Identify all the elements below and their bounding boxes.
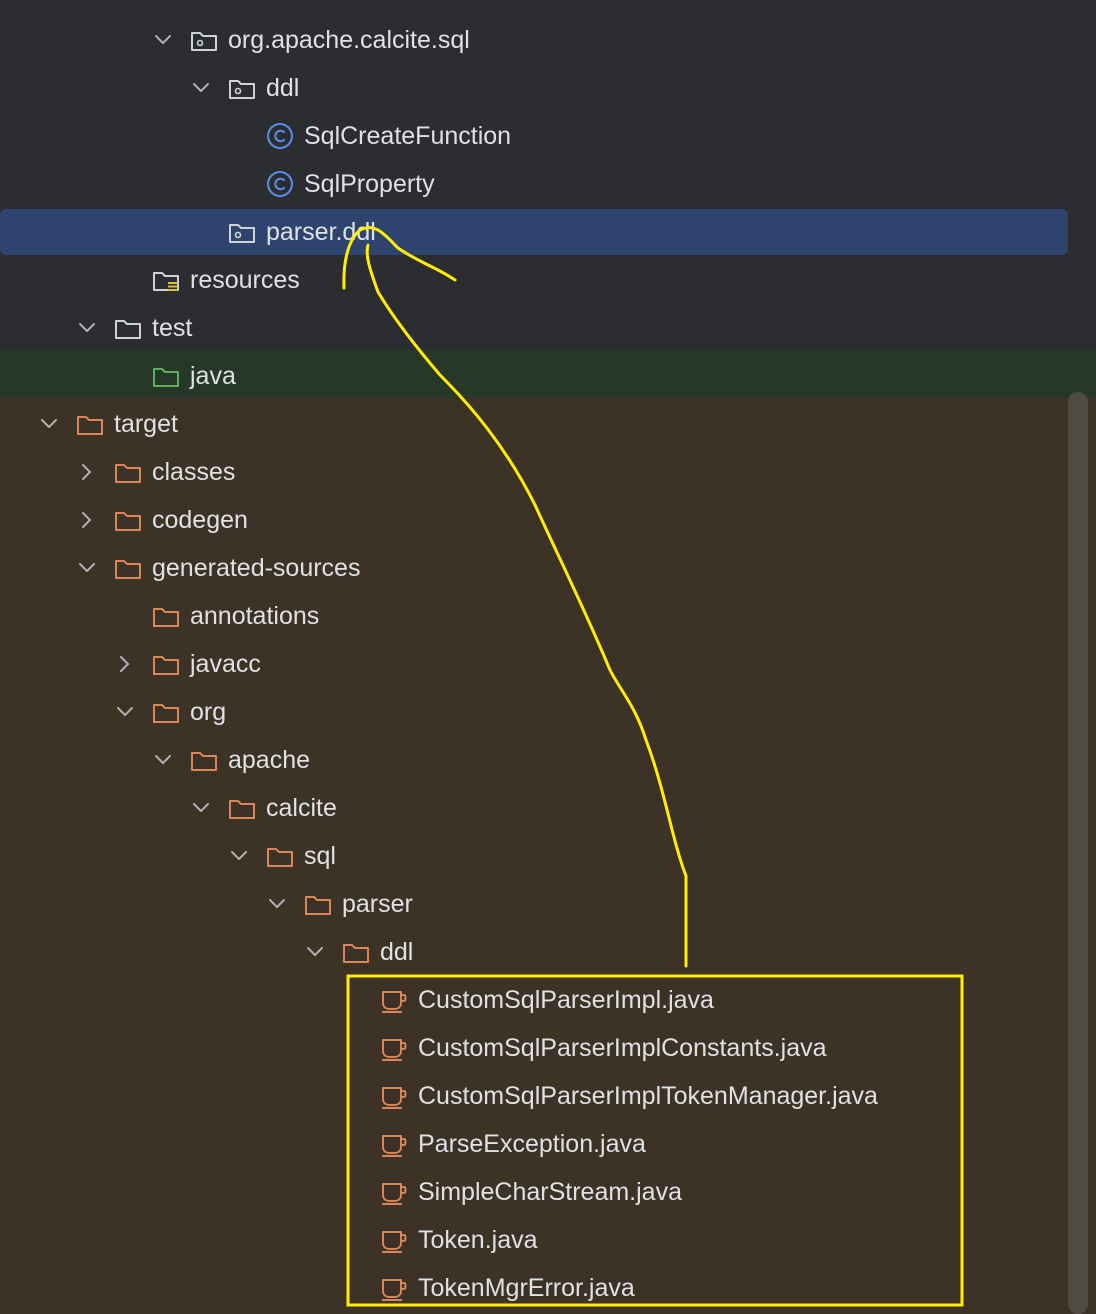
chevron-down-icon[interactable] [189,784,213,832]
chevron-down-icon[interactable] [75,304,99,352]
chevron-right-icon[interactable] [75,496,99,544]
tree-item-test[interactable]: test [0,304,1068,352]
tree-item-label: generated-sources [152,553,361,582]
tree-item-org-apache-calcite-sql[interactable]: org.apache.calcite.sql [0,16,1068,64]
tree-item-label: test [152,313,193,342]
tree-item-label: SqlProperty [304,169,435,198]
tree-item-token-java[interactable]: Token.java [0,1216,1068,1264]
tree-item-label: TokenMgrError.java [418,1273,635,1302]
chevron-right-icon[interactable] [75,448,99,496]
java-file-icon [380,1120,408,1168]
tree-item-customsqlparserimplconstants-java[interactable]: CustomSqlParserImplConstants.java [0,1024,1068,1072]
excluded-folder-icon [114,496,142,544]
tree-item-label: org [190,697,227,726]
tree-item-label: Token.java [418,1225,538,1254]
tree-item-parser[interactable]: parser [0,880,1068,928]
tree-item-java[interactable]: java [0,352,1068,400]
tree-item-label: apache [228,745,311,774]
test-source-folder-icon [152,352,180,400]
scrollbar-thumb[interactable] [1068,392,1088,1314]
tree-item-label: annotations [190,601,320,630]
chevron-down-icon[interactable] [303,928,327,976]
chevron-down-icon[interactable] [151,736,175,784]
tree-item-javacc[interactable]: javacc [0,640,1068,688]
tree-item-calcite[interactable]: calcite [0,784,1068,832]
chevron-down-icon[interactable] [227,832,251,880]
package-icon [190,16,218,64]
tree-item-label: ParseException.java [418,1129,646,1158]
tree-item-generated-ddl[interactable]: ddl [0,928,1068,976]
excluded-folder-icon [76,400,104,448]
chevron-down-icon[interactable] [151,16,175,64]
chevron-down-icon[interactable] [75,544,99,592]
excluded-folder-icon [190,736,218,784]
tree-item-ddl[interactable]: ddl [0,64,1068,112]
chevron-down-icon[interactable] [113,688,137,736]
java-file-icon [380,1264,408,1312]
tree-item-label: ddl [266,73,300,102]
tree-item-label: sql [304,841,336,870]
tree-item-parseexception-java[interactable]: ParseException.java [0,1120,1068,1168]
tree-item-label: target [114,409,178,438]
java-file-icon [380,1072,408,1120]
java-file-icon [380,976,408,1024]
resources-folder-icon [152,256,180,304]
tree-item-label: resources [190,265,300,294]
excluded-folder-icon [152,688,180,736]
tree-item-label: CustomSqlParserImplConstants.java [418,1033,827,1062]
chevron-down-icon[interactable] [189,64,213,112]
excluded-folder-icon [228,784,256,832]
tree-item-org[interactable]: org [0,688,1068,736]
tree-item-label: CustomSqlParserImpl.java [418,985,714,1014]
tree-item-sqlproperty[interactable]: SqlProperty [0,160,1068,208]
tree-item-apache[interactable]: apache [0,736,1068,784]
tree-item-label: codegen [152,505,248,534]
tree-item-generated-sources[interactable]: generated-sources [0,544,1068,592]
tree-item-target[interactable]: target [0,400,1068,448]
package-icon [228,64,256,112]
tree-item-label: javacc [190,649,261,678]
class-icon [266,160,294,208]
tree-item-label: SimpleCharStream.java [418,1177,682,1206]
class-icon [266,112,294,160]
excluded-folder-icon [152,592,180,640]
tree-item-tokenmgrerror-java[interactable]: TokenMgrError.java [0,1264,1068,1312]
tree-item-label: CustomSqlParserImplTokenManager.java [418,1081,878,1110]
folder-icon [114,304,142,352]
excluded-folder-icon [152,640,180,688]
package-icon [228,208,256,256]
tree-item-label: classes [152,457,236,486]
tree-item-label: SqlCreateFunction [304,121,512,150]
tree-item-label: org.apache.calcite.sql [228,25,470,54]
java-file-icon [380,1216,408,1264]
tree-item-classes[interactable]: classes [0,448,1068,496]
tree-item-sql[interactable]: sql [0,832,1068,880]
excluded-folder-icon [266,832,294,880]
excluded-folder-icon [114,544,142,592]
tree-item-customsqlparserimpl-java[interactable]: CustomSqlParserImpl.java [0,976,1068,1024]
excluded-folder-icon [342,928,370,976]
java-file-icon [380,1024,408,1072]
chevron-down-icon[interactable] [265,880,289,928]
tree-item-label: calcite [266,793,337,822]
tree-item-annotations[interactable]: annotations [0,592,1068,640]
tree-item-label: parser.ddl [266,217,376,246]
tree-item-customsqlparserimpltokenmanager-java[interactable]: CustomSqlParserImplTokenManager.java [0,1072,1068,1120]
tree-item-label: java [190,361,236,390]
chevron-right-icon[interactable] [113,640,137,688]
java-file-icon [380,1168,408,1216]
excluded-folder-icon [304,880,332,928]
tree-item-label: parser [342,889,413,918]
tree-item-resources[interactable]: resources [0,256,1068,304]
tree-item-codegen[interactable]: codegen [0,496,1068,544]
tree-item-sqlcreatefunction[interactable]: SqlCreateFunction [0,112,1068,160]
project-tree[interactable]: org.apache.calcite.sql ddl SqlCreateFuncti… [0,16,1068,1312]
chevron-down-icon[interactable] [37,400,61,448]
tree-item-parser-ddl[interactable]: parser.ddl [0,208,1068,256]
tree-item-label: ddl [380,937,414,966]
excluded-folder-icon [114,448,142,496]
tree-item-simplecharstream-java[interactable]: SimpleCharStream.java [0,1168,1068,1216]
